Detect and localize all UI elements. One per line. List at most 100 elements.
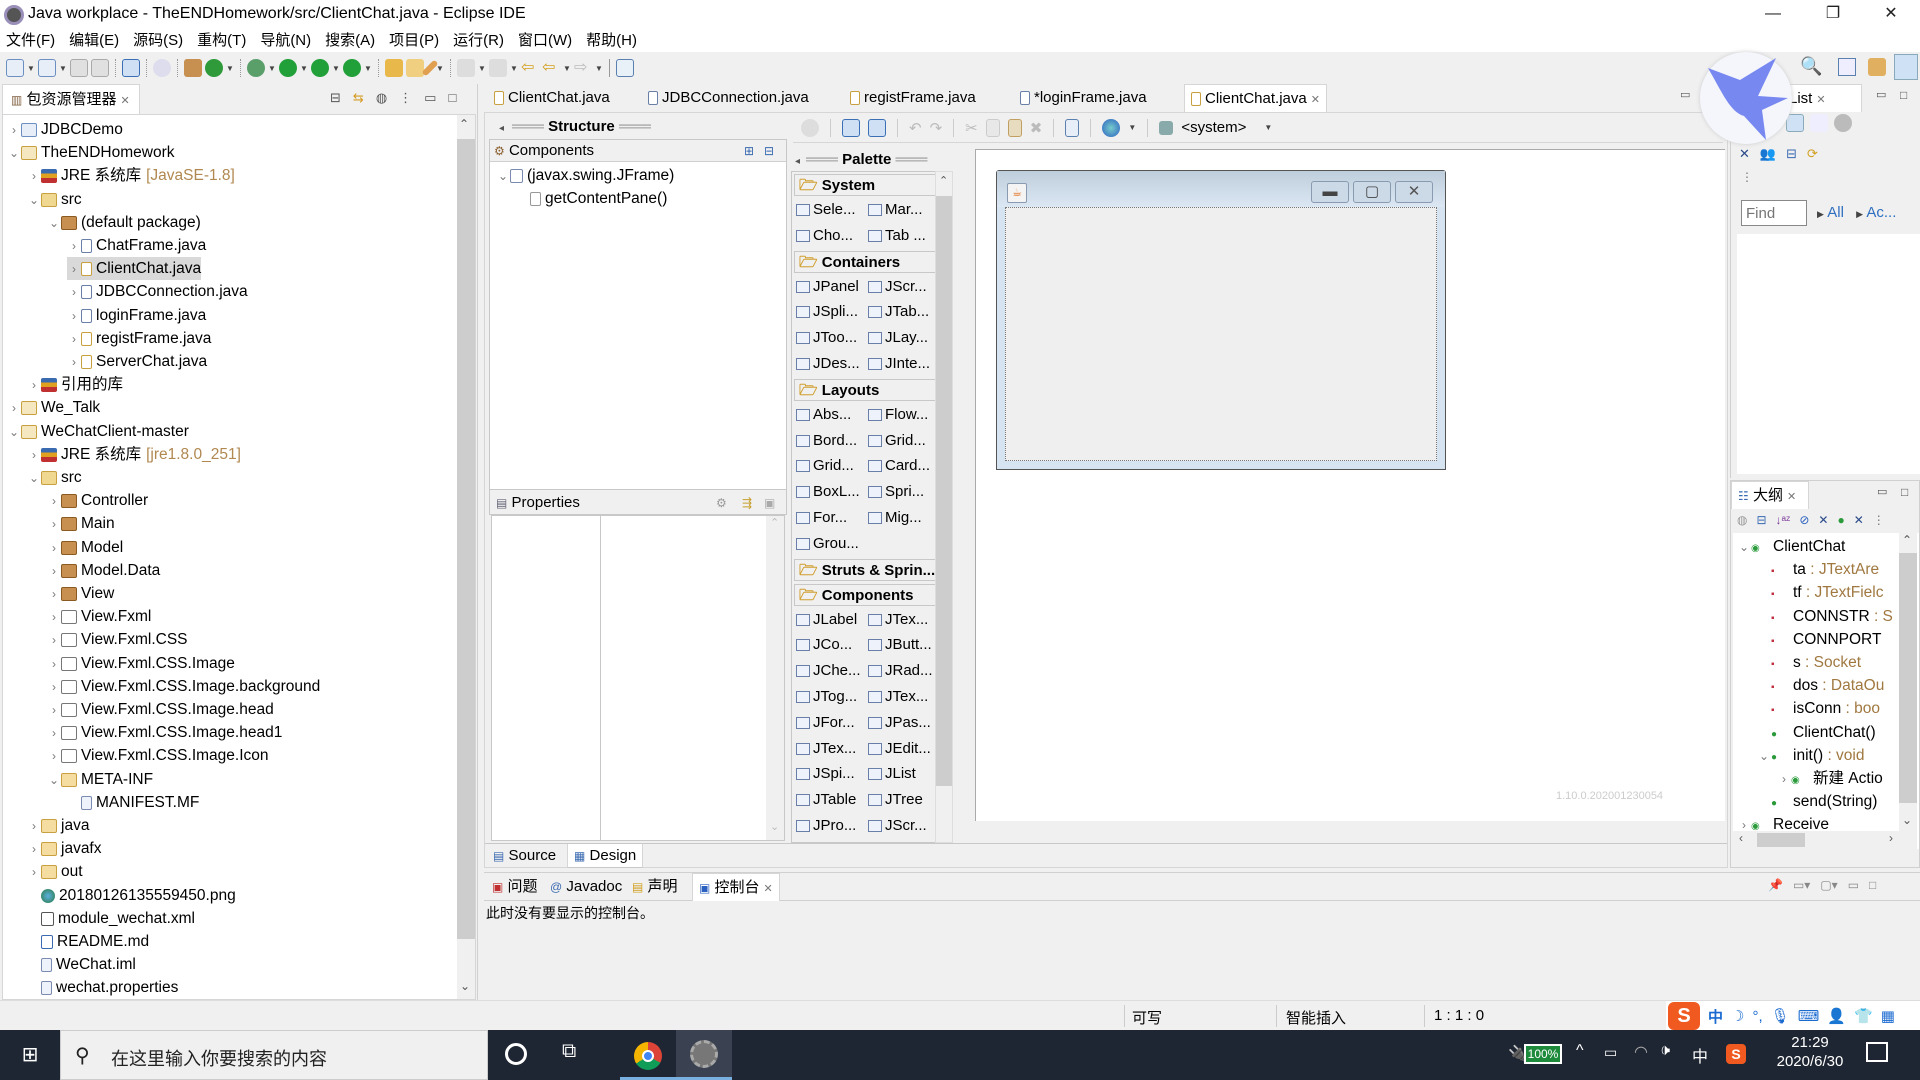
look-and-feel-select[interactable]: <system> <box>1181 119 1246 136</box>
new-class-icon[interactable] <box>205 59 223 77</box>
prev-annotation-dropdown[interactable]: ▼ <box>510 64 518 73</box>
menu-window[interactable]: 窗口(W) <box>518 30 572 52</box>
volume-icon[interactable]: 🕩 <box>1660 1042 1670 1060</box>
collapse-all-icon[interactable]: ⊟ <box>1786 146 1797 162</box>
terminal-icon[interactable] <box>122 59 140 77</box>
tree-item[interactable]: ⌄ (default package) <box>47 211 201 234</box>
collapse-structure-icon[interactable]: ◂ <box>499 123 504 134</box>
tree-item[interactable]: › ServerChat.java <box>67 350 207 373</box>
outline-item[interactable]: ▪ dos : DataOu <box>1757 674 1884 697</box>
close-tab-icon[interactable]: ✕ <box>764 883 773 895</box>
palette-item[interactable]: JLay... <box>868 327 928 349</box>
show-hidden-icons[interactable]: ^ <box>1576 1042 1584 1060</box>
palette-category[interactable]: 🗁 System <box>794 174 936 196</box>
palette-item[interactable]: JPro... <box>796 815 856 837</box>
tree-item[interactable]: 20180126135559450.png <box>27 884 236 907</box>
palette-item[interactable]: For... <box>796 507 847 529</box>
external-tools-dropdown[interactable]: ▼ <box>364 64 372 73</box>
chevron-right-icon[interactable]: › <box>67 258 81 281</box>
tree-item[interactable]: ⌄ src <box>27 188 82 211</box>
sogou-logo-icon[interactable]: S <box>1668 1002 1700 1030</box>
eclipse-taskbar-button[interactable] <box>676 1030 732 1080</box>
jframe-close-button[interactable]: ✕ <box>1395 181 1433 203</box>
view-menu-icon[interactable]: ⋮ <box>1741 170 1753 184</box>
tree-item[interactable]: › JDBCConnection.java <box>67 280 248 303</box>
view-menu-icon[interactable]: ⋮ <box>1873 513 1885 527</box>
editor-tab[interactable]: ClientChat.java <box>488 84 616 112</box>
tab-task-list[interactable]: List ✕ <box>1782 84 1862 112</box>
hide-local-types-icon[interactable]: ✕ <box>1854 513 1864 527</box>
chevron-down-icon[interactable]: ⌄ <box>27 467 41 490</box>
look-and-feel-dropdown[interactable]: ▼ <box>1264 123 1272 132</box>
palette-item[interactable]: Flow... <box>868 404 928 426</box>
palette-item[interactable]: Grid... <box>796 455 854 477</box>
filter-icon[interactable]: ◍ <box>376 90 387 106</box>
palette-item[interactable]: Tab ... <box>868 225 926 247</box>
tree-item[interactable]: › Controller <box>47 489 148 512</box>
palette-item[interactable]: JToo... <box>796 327 857 349</box>
close-tab-icon[interactable]: ✕ <box>121 95 130 107</box>
chevron-right-icon[interactable]: › <box>47 490 61 513</box>
search-icon[interactable]: 🔍 <box>1800 56 1822 77</box>
collapse-all-icon[interactable]: ⊟ <box>764 140 774 162</box>
palette-category[interactable]: 🗁 Components <box>794 583 936 606</box>
outline-vscroll-thumb[interactable] <box>1899 553 1917 803</box>
user-icon[interactable]: 👤 <box>1827 1007 1846 1025</box>
start-button[interactable]: ⊞ <box>0 1030 60 1080</box>
chevron-right-icon[interactable]: › <box>47 699 61 722</box>
menu-search[interactable]: 搜索(A) <box>325 30 375 52</box>
palette-item[interactable]: JDes... <box>796 353 860 375</box>
palette-category[interactable]: 🗁 Struts & Sprin... <box>794 558 936 581</box>
minimize-panel-icon[interactable]: ▭ <box>424 90 436 106</box>
look-and-feel-icon[interactable] <box>1159 120 1174 135</box>
palette-item[interactable]: JTex... <box>868 609 928 631</box>
palette-item[interactable]: JSpi... <box>796 763 855 785</box>
palette-item[interactable]: JTex... <box>796 738 856 760</box>
sort-icon[interactable]: ↓ᵃᶻ <box>1776 513 1791 527</box>
properties-scrollbar[interactable]: ⌃ ⌄ <box>766 516 784 840</box>
paste-icon[interactable] <box>1007 118 1022 137</box>
jframe-minimize-button[interactable]: ▬ <box>1311 181 1349 203</box>
tab-javadoc[interactable]: @ Javadoc <box>544 873 628 901</box>
expand-all-icon[interactable]: ⊞ <box>744 140 754 162</box>
palette-item[interactable]: BoxL... <box>796 481 860 503</box>
goto-source-icon[interactable] <box>842 118 860 137</box>
close-button[interactable]: ✕ <box>1868 0 1914 30</box>
palette-item[interactable]: JTab... <box>868 301 929 323</box>
chevron-right-icon[interactable]: › <box>47 745 61 768</box>
tab-order-icon[interactable] <box>1065 118 1080 137</box>
tree-item[interactable]: › View.Fxml <box>47 605 151 628</box>
notification-center-icon[interactable] <box>1866 1042 1888 1062</box>
minimize-panel-icon[interactable]: ▭ <box>1876 88 1886 101</box>
forward-dropdown[interactable]: ▼ <box>595 64 603 73</box>
tree-item[interactable]: › JDBCDemo <box>7 118 123 141</box>
palette-item[interactable]: JChe... <box>796 660 861 682</box>
palette-item[interactable]: Card... <box>868 455 930 477</box>
scroll-up-icon[interactable]: ⌃ <box>459 117 469 131</box>
new-file-icon[interactable] <box>38 59 56 77</box>
cut-icon[interactable]: ✂ <box>965 119 978 137</box>
palette-item[interactable]: JSpli... <box>796 301 858 323</box>
chevron-right-icon[interactable]: › <box>47 629 61 652</box>
prev-annotation-icon[interactable] <box>489 59 507 77</box>
palette-item[interactable]: JLabel <box>796 609 857 631</box>
tree-item[interactable]: › Model <box>47 536 123 559</box>
chevron-right-icon[interactable]: › <box>47 583 61 606</box>
palette-item[interactable]: JTog... <box>796 686 857 708</box>
palette-item[interactable]: Sele... <box>796 199 856 221</box>
minimize-button[interactable]: — <box>1750 0 1796 30</box>
find-input[interactable] <box>1741 200 1807 226</box>
outline-item[interactable]: ⌄ ● init() : void <box>1757 744 1865 767</box>
coverage-dropdown[interactable]: ▼ <box>332 64 340 73</box>
outline-item[interactable]: ● ClientChat() <box>1757 721 1876 744</box>
chevron-right-icon[interactable]: › <box>67 235 81 258</box>
jframe-maximize-button[interactable]: ▢ <box>1353 181 1391 203</box>
outline-item[interactable]: ▪ ta : JTextAre <box>1757 558 1879 581</box>
undo-icon[interactable]: ↶ <box>909 119 922 137</box>
chevron-right-icon[interactable]: › <box>7 119 21 142</box>
cortana-icon[interactable] <box>505 1043 527 1065</box>
tab-problems[interactable]: ▣ 问题 <box>486 873 544 901</box>
chevron-down-icon[interactable]: ⌄ <box>1737 536 1751 559</box>
tab-source[interactable]: ▤ Source <box>487 844 562 868</box>
tree-item[interactable]: › View.Fxml.CSS.Image.Icon <box>47 744 269 767</box>
